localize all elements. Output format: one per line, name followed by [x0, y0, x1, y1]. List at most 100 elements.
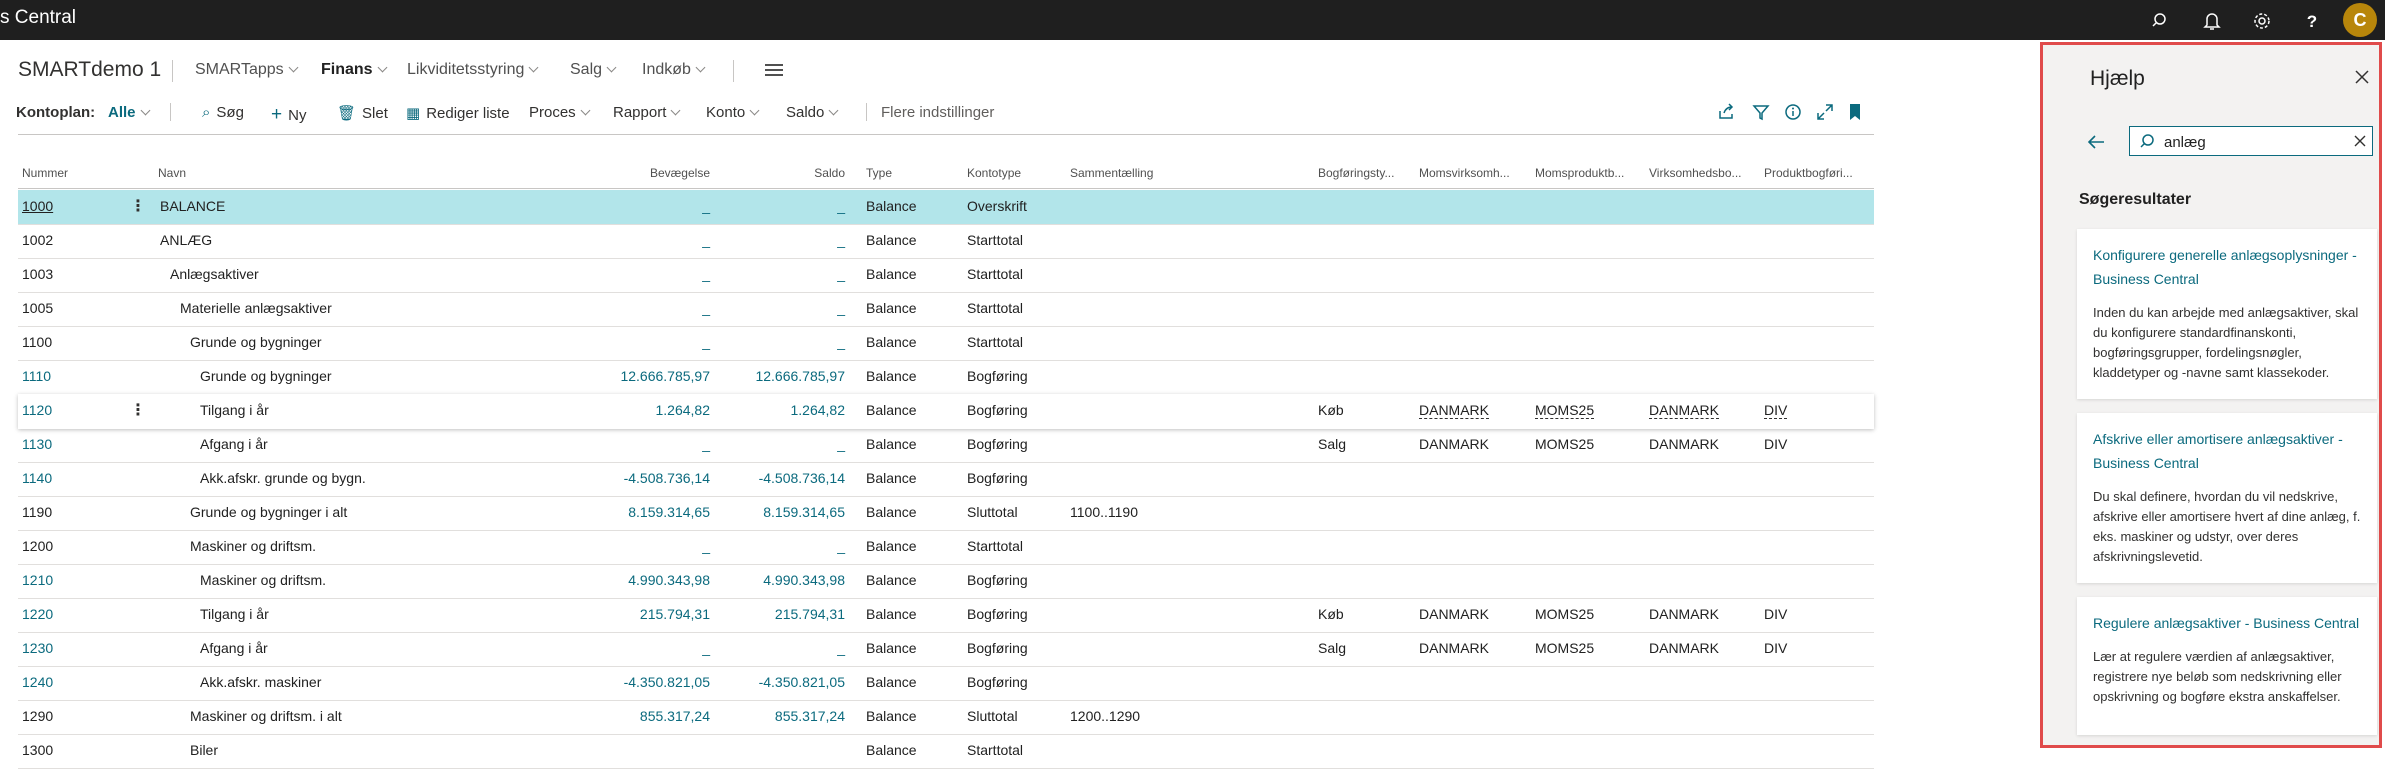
cell-nummer[interactable]: 1002 [22, 232, 53, 248]
share-icon[interactable] [1717, 102, 1737, 122]
cell-nummer[interactable]: 1110 [22, 368, 51, 384]
nav-indkob[interactable]: Indkøb [642, 61, 706, 79]
col-kontotype[interactable]: Kontotype [967, 166, 1021, 180]
account-menu[interactable]: Konto [706, 104, 760, 121]
cell-nummer[interactable]: 1240 [22, 674, 53, 690]
avatar[interactable]: C [2343, 3, 2377, 37]
table-row[interactable]: 1100 Grunde og bygninger _ _ Balance Starttot… [18, 326, 1874, 361]
cell-type: Balance [866, 436, 917, 452]
cell-nummer[interactable]: 1100 [22, 334, 52, 350]
cell-kontotype: Bogføring [967, 470, 1028, 486]
cell-bevaegelse: 4.990.343,98 [628, 572, 710, 588]
col-virksomhedsbogf[interactable]: Virksomhedsbo... [1649, 166, 1742, 180]
help-search-input[interactable] [2162, 131, 2346, 153]
table-row[interactable]: 1130 Afgang i år _ _ Balance Bogføring Salg DAN… [18, 428, 1874, 463]
nav-salg[interactable]: Salg [570, 61, 617, 79]
col-bevaegelse[interactable]: Bevægelse [598, 166, 710, 180]
cell-nummer[interactable]: 1140 [22, 470, 52, 486]
help-result-card[interactable]: Afskrive eller amortisere anlægsaktiver … [2077, 413, 2377, 583]
help-result-title[interactable]: Konfigurere generelle anlægsoplysninger … [2093, 243, 2361, 291]
cell-bevaegelse: -4.508.736,14 [623, 470, 710, 486]
table-row[interactable]: 1005 Materielle anlægsaktiver _ _ Balance Sta… [18, 292, 1874, 327]
cell-nummer[interactable]: 1190 [22, 504, 52, 520]
cell-nummer[interactable]: 1220 [22, 606, 53, 622]
row-menu-icon[interactable]: ⋮ [130, 400, 146, 420]
process-menu[interactable]: Proces [529, 104, 591, 121]
help-icon[interactable]: ? [2299, 8, 2325, 34]
cell-saldo: _ [837, 198, 845, 214]
col-navn[interactable]: Navn [158, 166, 186, 180]
report-menu[interactable]: Rapport [613, 104, 681, 121]
col-saldo[interactable]: Saldo [743, 166, 845, 180]
table-row[interactable]: 1300 Biler Balance Starttotal [18, 734, 1874, 769]
table-row[interactable]: 1290 Maskiner og driftsm. i alt 855.317,24… [18, 700, 1874, 735]
table-row[interactable]: 1002 ANLÆG _ _ Balance Starttotal [18, 224, 1874, 259]
col-type[interactable]: Type [866, 166, 892, 180]
cell-nummer[interactable]: 1120 [22, 402, 52, 418]
col-bogfoeringstype[interactable]: Bogføringsty... [1318, 166, 1394, 180]
filter-dropdown[interactable]: Alle [108, 104, 150, 121]
cell-nummer[interactable]: 1005 [22, 300, 53, 316]
table-row[interactable]: 1120 ⋮ Tilgang i år 1.264,82 1.264,82 Balance… [18, 394, 1874, 429]
nav-likviditetsstyring[interactable]: Likviditetsstyring [407, 61, 539, 79]
filter-icon[interactable] [1751, 102, 1771, 122]
cell-nummer[interactable]: 1130 [22, 436, 52, 452]
clear-icon[interactable] [2352, 133, 2368, 149]
table-row[interactable]: 1140 Akk.afskr. grunde og bygn. -4.508.736… [18, 462, 1874, 497]
cell-momsvirksomhed: DANMARK [1419, 436, 1490, 452]
cell-navn: Tilgang i år [200, 606, 269, 622]
table-row[interactable]: 1003 Anlægsaktiver _ _ Balance Starttotal [18, 258, 1874, 293]
cell-nummer[interactable]: 1210 [22, 572, 53, 588]
cell-nummer[interactable]: 1000 [22, 198, 53, 214]
balance-menu[interactable]: Saldo [786, 104, 839, 121]
delete-button[interactable]: 🗑︎ Slet [337, 104, 388, 122]
nav-smartapps[interactable]: SMARTapps [195, 61, 299, 79]
row-menu-icon[interactable]: ⋮ [130, 196, 146, 216]
chevron-down-icon [695, 62, 706, 73]
table-row[interactable]: 1230 Afgang i år _ _ Balance Bogføring Salg DAN… [18, 632, 1874, 667]
table-row[interactable]: 1110 Grunde og bygninger 12.666.785,97 12.6… [18, 360, 1874, 395]
cell-type: Balance [866, 538, 917, 554]
expand-icon[interactable] [1815, 102, 1835, 122]
cell-momsvirksomhed: DANMARK [1419, 402, 1490, 419]
table-row[interactable]: 1000 ⋮ BALANCE _ _ Balance Overskrift [18, 190, 1874, 225]
back-arrow-icon[interactable] [2085, 131, 2107, 153]
menu-icon[interactable] [765, 64, 783, 76]
cell-nummer[interactable]: 1200 [22, 538, 53, 554]
help-result-card[interactable]: Konfigurere generelle anlægsoplysninger … [2077, 229, 2377, 399]
col-sammentaelling[interactable]: Sammentælling [1070, 166, 1153, 180]
svg-text:?: ? [2307, 12, 2317, 31]
gear-icon[interactable] [2249, 8, 2275, 34]
search-icon[interactable] [2148, 8, 2174, 34]
cell-kontotype: Starttotal [967, 538, 1024, 554]
cell-nummer[interactable]: 1290 [22, 708, 53, 724]
new-button[interactable]: + Ny [271, 104, 306, 126]
table-row[interactable]: 1220 Tilgang i år 215.794,31 215.794,31 Bala… [18, 598, 1874, 633]
bookmark-icon[interactable] [1845, 102, 1865, 122]
cell-nummer[interactable]: 1300 [22, 742, 53, 758]
help-result-card[interactable]: Regulere anlægsaktiver - Business Centra… [2077, 597, 2377, 735]
col-produktbogf[interactable]: Produktbogføri... [1764, 166, 1853, 180]
col-momsprodukt[interactable]: Momsproduktb... [1535, 166, 1624, 180]
kontoplan-label: Kontoplan: [16, 104, 96, 121]
more-options-button[interactable]: Flere indstillinger [881, 104, 994, 121]
table-row[interactable]: 1240 Akk.afskr. maskiner -4.350.821,05 -4.3… [18, 666, 1874, 701]
bell-icon[interactable] [2199, 8, 2225, 34]
table-row[interactable]: 1200 Maskiner og driftsm. _ _ Balance Startto… [18, 530, 1874, 565]
edit-list-button[interactable]: ▦ Rediger liste [406, 104, 510, 122]
cell-bevaegelse: 215.794,31 [639, 606, 710, 622]
table-row[interactable]: 1190 Grunde og bygninger i alt 8.159.314,6… [18, 496, 1874, 531]
cell-nummer[interactable]: 1003 [22, 266, 53, 282]
help-result-title[interactable]: Regulere anlægsaktiver - Business Centra… [2093, 611, 2361, 635]
company-name[interactable]: SMARTdemo 1 [18, 58, 161, 82]
col-nummer[interactable]: Nummer [22, 166, 68, 180]
help-result-title[interactable]: Afskrive eller amortisere anlægsaktiver … [2093, 427, 2361, 475]
cell-sammentaelling: 1100..1190 [1070, 504, 1138, 520]
table-row[interactable]: 1210 Maskiner og driftsm. 4.990.343,98 4.99… [18, 564, 1874, 599]
col-momsvirksomhed[interactable]: Momsvirksomh... [1419, 166, 1510, 180]
cell-nummer[interactable]: 1230 [22, 640, 53, 656]
nav-finans[interactable]: Finans [321, 61, 388, 79]
search-button[interactable]: ⌕ Søg [202, 104, 244, 121]
info-icon[interactable] [1783, 102, 1803, 122]
close-icon[interactable] [2352, 67, 2372, 87]
